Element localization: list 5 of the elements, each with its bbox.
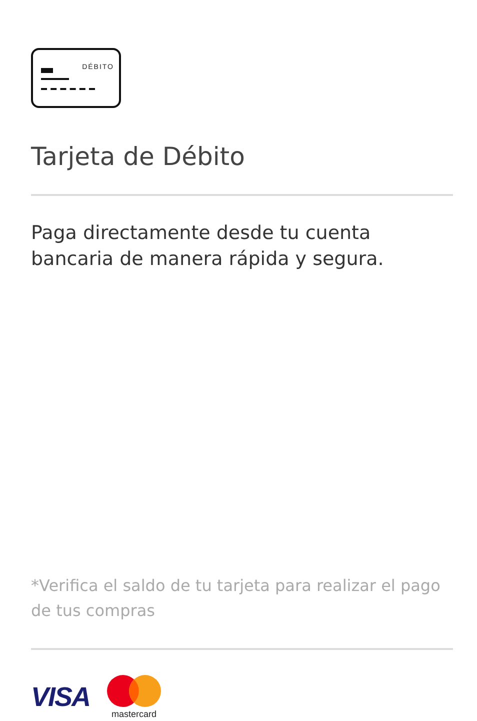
mastercard-logo: mastercard bbox=[106, 674, 162, 721]
description: Paga directamente desde tu cuenta bancaria de manera rápida y segura. bbox=[31, 220, 385, 272]
card-title: Tarjeta de Débito bbox=[31, 141, 246, 173]
visa-logo: VISA bbox=[31, 681, 90, 714]
balance-note: *Verifica el saldo de tu tarjeta para realizar el pago de tus compras bbox=[31, 574, 442, 622]
